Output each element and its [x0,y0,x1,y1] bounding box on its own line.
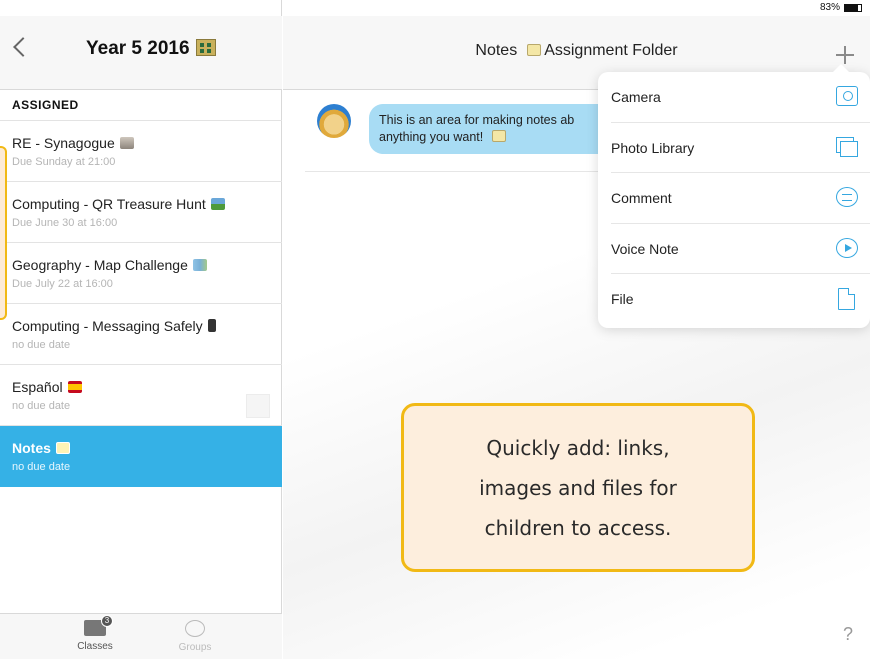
note-text: This is an area for making notes ab anyt… [379,113,575,144]
assignment-item-re-synagogue[interactable]: RE - Synagogue Due Sunday at 21:00 [0,121,282,182]
battery-indicator: 83% [820,2,862,13]
tab-groups-label: Groups [178,642,212,653]
callout-line-2: images and files for [479,476,677,500]
assignment-due: no due date [12,339,71,351]
menu-item-label: Camera [611,89,661,105]
assignment-list: RE - Synagogue Due Sunday at 21:00 Compu… [0,120,282,487]
assignment-title: Computing - Messaging Safely [12,318,203,334]
menu-item-file[interactable]: File [611,274,870,325]
back-chevron-icon[interactable] [13,37,33,57]
placeholder-square [246,394,270,418]
battery-icon [844,3,862,12]
speech-bubble-icon [185,620,205,637]
tab-groups[interactable]: Groups [155,620,235,653]
assignment-item-notes[interactable]: Notes no due date [0,426,282,487]
classes-badge: 3 [101,615,113,627]
menu-item-voice-note[interactable]: Voice Note [611,224,870,274]
callout-line-1: Quickly add: links, [486,436,670,460]
note-row[interactable]: This is an area for making notes ab anyt… [305,94,625,172]
sidebar-header: Year 5 2016 [0,16,282,90]
battery-percent: 83% [819,2,840,13]
assignment-title: Geography - Map Challenge [12,257,188,273]
help-icon[interactable]: ? [843,624,853,645]
memo-emoji-icon [526,44,541,56]
assignment-item-espanol[interactable]: Español no due date [0,365,282,426]
menu-item-camera[interactable]: Camera [611,72,870,123]
avatar [317,104,351,138]
add-menu-popover: Camera Photo Library Comment Voice Note … [598,64,870,328]
sidebar: Year 5 2016 ASSIGNED RE - Synagogue Due … [0,0,282,659]
callout-line-3: children to access. [484,516,672,540]
folder-title-suffix: Assignment Folder [544,42,678,59]
camera-icon [836,86,858,106]
tab-bar: 3 Classes Groups [0,613,282,659]
picture-emoji-icon [210,198,225,210]
assignment-due: Due June 30 at 16:00 [12,217,118,229]
menu-item-label: File [611,291,634,307]
assignment-due: Due July 22 at 16:00 [12,278,113,290]
voice-note-icon [836,237,858,258]
spain-flag-emoji-icon [67,381,82,393]
map-emoji-icon [192,259,207,271]
menu-item-label: Voice Note [611,240,679,257]
assignment-title: Español [12,379,63,395]
class-title: Year 5 2016 [86,38,216,60]
section-label-assigned: ASSIGNED [12,98,79,112]
assignment-title: Computing - QR Treasure Hunt [12,196,206,212]
callout-edge-highlight [0,146,7,320]
class-title-text: Year 5 2016 [86,38,190,59]
add-plus-icon[interactable] [836,46,854,64]
instruction-callout: Quickly add: links, images and files for… [401,403,755,572]
folder-title-prefix: Notes [475,42,518,59]
assignment-due: no due date [12,461,71,473]
assignment-item-qr-treasure-hunt[interactable]: Computing - QR Treasure Hunt Due June 30… [0,182,282,243]
comment-icon [836,187,858,207]
menu-item-comment[interactable]: Comment [611,173,870,224]
assignment-due: Due Sunday at 21:00 [12,156,116,168]
file-icon [838,288,855,310]
menu-item-label: Photo Library [611,139,695,156]
building-icon [195,39,216,56]
tab-classes[interactable]: 3 Classes [55,615,135,652]
photo-library-icon [836,136,858,157]
assignment-due: no due date [12,400,71,412]
note-bubble: This is an area for making notes ab anyt… [369,104,625,154]
phone-emoji-icon [207,319,216,332]
assignment-item-map-challenge[interactable]: Geography - Map Challenge Due July 22 at… [0,243,282,304]
memo-emoji-icon [55,442,70,454]
folder-title: Notes Assignment Folder [283,42,870,60]
assignment-item-messaging-safely[interactable]: Computing - Messaging Safely no due date [0,304,282,365]
menu-item-photo-library[interactable]: Photo Library [611,123,870,173]
memo-emoji-icon [491,130,506,142]
folder-icon: 3 [84,615,113,636]
menu-item-label: Comment [611,190,672,206]
tab-classes-label: Classes [77,641,113,652]
temple-emoji-icon [119,137,134,149]
assignment-title: Notes [12,440,51,456]
assignment-title: RE - Synagogue [12,135,115,151]
